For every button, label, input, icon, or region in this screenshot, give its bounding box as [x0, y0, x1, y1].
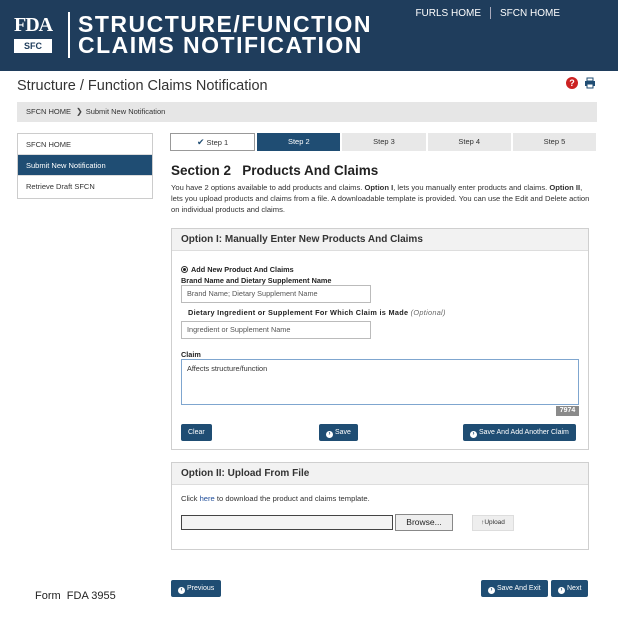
option2-heading: Option II: Upload From File — [172, 463, 588, 485]
logo-sfc-text: SFC — [14, 39, 52, 53]
breadcrumb-current: Submit New Notification — [85, 107, 166, 116]
previous-button-label: Previous — [187, 585, 215, 592]
ingredient-optional-text: (Optional) — [410, 308, 446, 317]
claim-label: Claim — [181, 350, 201, 359]
checkmark-icon: ✔ — [196, 137, 205, 147]
step-5-tab[interactable]: Step 5 — [512, 133, 597, 151]
sidebar-item-sfcn-home[interactable]: SFCN HOME — [18, 134, 152, 155]
form-number-label: Form FDA 3955 — [35, 590, 116, 602]
chevron-left-icon: ‹ — [178, 587, 185, 594]
previous-button[interactable]: ‹ Previous — [171, 580, 222, 597]
save-and-add-another-label: Save And Add Another Claim — [479, 429, 569, 436]
upload-button[interactable]: ↑Upload — [472, 515, 514, 531]
ingredient-label: Dietary Ingredient or Supplement For Whi… — [188, 308, 446, 317]
section-title: Section 2 Products And Claims — [171, 163, 379, 178]
chevron-right-icon: ❯ — [76, 107, 83, 116]
radio-selected-icon — [181, 266, 188, 273]
add-new-product-radio[interactable]: Add New Product And Claims — [181, 265, 294, 274]
desc-part-c: , lets you manually enter products and c… — [393, 183, 550, 192]
page-title: Structure / Function Claims Notification — [17, 78, 268, 94]
step-1-tab[interactable]: ✔ Step 1 — [170, 133, 256, 151]
save-and-exit-label: Save And Exit — [497, 585, 541, 592]
chevron-right-icon: › — [488, 587, 495, 594]
brand-name-input[interactable]: Brand Name; Dietary Supplement Name — [181, 285, 371, 303]
sfcn-home-link[interactable]: SFCN HOME — [500, 8, 560, 19]
furls-home-link[interactable]: FURLS HOME — [415, 8, 481, 19]
top-links: FURLS HOME SFCN HOME — [415, 7, 560, 19]
save-and-add-another-button[interactable]: › Save And Add Another Claim — [463, 424, 576, 441]
next-button[interactable]: › Next — [551, 580, 589, 597]
sidebar-item-submit-new[interactable]: Submit New Notification — [18, 155, 152, 176]
download-template-text: Click here to download the product and c… — [181, 494, 370, 503]
step-3-tab[interactable]: Step 3 — [342, 133, 426, 151]
breadcrumb: SFCN HOME ❯ Submit New Notification — [17, 102, 597, 122]
save-and-exit-button[interactable]: › Save And Exit — [481, 580, 548, 597]
character-counter: 7974 — [556, 406, 579, 416]
sidebar-item-retrieve-draft[interactable]: Retrieve Draft SFCN — [18, 176, 152, 197]
option1-panel: Option I: Manually Enter New Products An… — [171, 228, 589, 450]
save-button-label: Save — [335, 429, 351, 436]
desc-option2: Option II — [549, 183, 581, 192]
file-path-input[interactable] — [181, 515, 393, 530]
fda-sfc-logo: FDA SFC — [14, 14, 60, 56]
ingredient-input[interactable]: Ingredient or Supplement Name — [181, 321, 371, 339]
header-divider — [68, 12, 70, 58]
brand-name-label: Brand Name and Dietary Supplement Name — [181, 276, 332, 285]
save-button[interactable]: › Save — [319, 424, 358, 441]
step-4-tab[interactable]: Step 4 — [427, 133, 511, 151]
download-template-link[interactable]: here — [200, 494, 215, 503]
help-icon[interactable]: ? — [566, 77, 578, 89]
option1-heading: Option I: Manually Enter New Products An… — [172, 229, 588, 251]
upload-button-label: Upload — [484, 519, 505, 526]
app-header: FDA SFC STRUCTURE/FUNCTION CLAIMS NOTIFI… — [0, 0, 618, 71]
clear-button[interactable]: Clear — [181, 424, 212, 441]
top-links-separator — [490, 7, 491, 19]
claim-textarea[interactable]: Affects structure/function — [181, 359, 579, 405]
step-1-label: Step 1 — [206, 138, 229, 147]
desc-part-a: You have 2 options available to add prod… — [171, 183, 365, 192]
sidebar: SFCN HOME Submit New Notification Retrie… — [17, 133, 153, 199]
browse-button[interactable]: Browse... — [395, 514, 453, 531]
logo-fda-text: FDA — [14, 14, 53, 36]
app-title: STRUCTURE/FUNCTION CLAIMS NOTIFICATION — [78, 13, 372, 58]
ingredient-label-text: Dietary Ingredient or Supplement For Whi… — [188, 308, 409, 317]
chevron-right-icon: › — [470, 431, 477, 438]
next-button-label: Next — [567, 585, 582, 592]
section-description: You have 2 options available to add prod… — [171, 183, 591, 215]
chevron-right-icon: › — [326, 431, 333, 438]
download-text-before: Click — [181, 494, 200, 503]
app-title-line2: CLAIMS NOTIFICATION — [78, 32, 363, 58]
add-new-product-label: Add New Product And Claims — [191, 265, 294, 274]
option2-panel: Option II: Upload From File Click here t… — [171, 462, 589, 550]
breadcrumb-home[interactable]: SFCN HOME — [26, 107, 71, 116]
step-2-tab[interactable]: Step 2 — [257, 133, 341, 151]
step-tabs: ✔ Step 1 Step 2 Step 3 Step 4 Step 5 — [170, 133, 597, 151]
desc-option1: Option I — [364, 183, 394, 192]
print-icon[interactable] — [584, 77, 596, 89]
download-text-after: to download the product and claims templ… — [214, 494, 370, 503]
chevron-right-icon: › — [558, 587, 565, 594]
